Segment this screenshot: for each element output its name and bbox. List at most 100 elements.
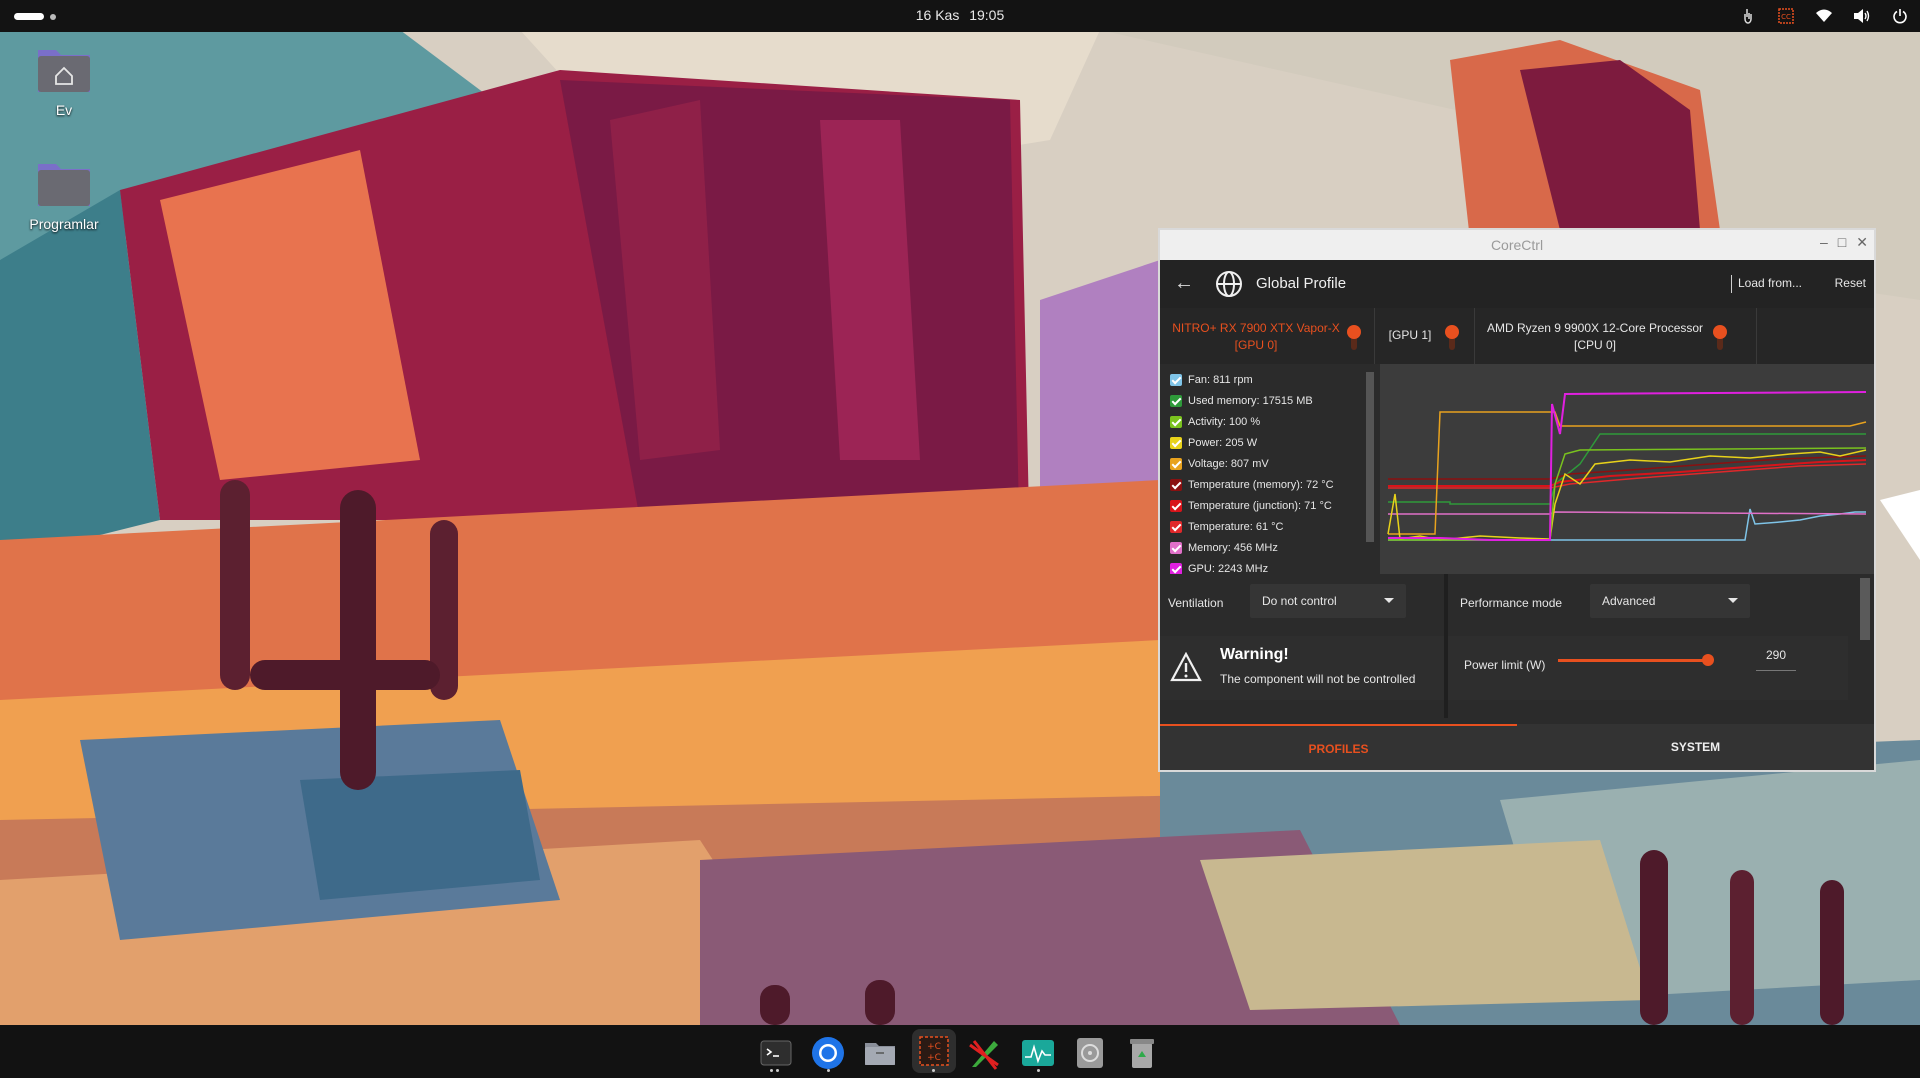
load-from-button[interactable]: Load from... [1738, 276, 1802, 290]
profile-title: Global Profile [1256, 275, 1347, 292]
checkbox[interactable] [1170, 500, 1182, 512]
power-limit-slider[interactable] [1558, 659, 1708, 662]
warning-box: Warning! The component will not be contr… [1160, 636, 1444, 700]
profile-toolbar: ← Global Profile Load from... Reset [1160, 260, 1874, 308]
sensor-item[interactable]: Used memory: 17515 MB [1170, 395, 1313, 407]
running-indicator [1037, 1069, 1040, 1072]
sensor-label: Fan: 811 rpm [1188, 374, 1253, 386]
sensor-graph [1380, 364, 1874, 574]
dock-item-terminal[interactable] [758, 1035, 794, 1071]
minimize-button[interactable]: – [1820, 234, 1828, 251]
checkbox[interactable] [1170, 437, 1182, 449]
sensor-item[interactable]: Temperature (memory): 72 °C [1170, 479, 1334, 491]
checkbox[interactable] [1170, 374, 1182, 386]
volume-icon[interactable] [1852, 6, 1872, 26]
ventilation-dropdown[interactable]: Do not control [1250, 584, 1406, 618]
toggle-pin-icon[interactable] [1444, 324, 1460, 352]
svg-text:+C: +C [927, 1042, 941, 1052]
terminal-icon [760, 1040, 792, 1066]
quill-icon [969, 1040, 999, 1070]
sensor-item[interactable]: Temperature: 61 °C [1170, 521, 1284, 533]
running-indicator [827, 1069, 830, 1072]
checkbox[interactable] [1170, 563, 1182, 574]
ventilation-label: Ventilation [1168, 596, 1224, 610]
toggle-pin-icon[interactable] [1712, 324, 1728, 352]
sensor-item[interactable]: Memory: 456 MHz [1170, 542, 1278, 554]
chromium-icon [812, 1037, 844, 1069]
power-limit-slider-handle[interactable] [1702, 654, 1714, 666]
tab-system[interactable]: SYSTEM [1517, 724, 1874, 770]
dock-item-disks[interactable] [1072, 1035, 1108, 1071]
tab-cpu-0[interactable]: AMD Ryzen 9 9900X 12-Core Processor [CPU… [1474, 308, 1756, 364]
sensor-item[interactable]: Power: 205 W [1170, 437, 1257, 449]
sensor-label: Temperature: 61 °C [1188, 521, 1284, 533]
svg-text:+C: +C [927, 1053, 941, 1063]
checkbox[interactable] [1170, 479, 1182, 491]
checkbox[interactable] [1170, 542, 1182, 554]
folder-icon [36, 158, 92, 208]
sensor-label: Used memory: 17515 MB [1188, 395, 1313, 407]
checkbox[interactable] [1170, 395, 1182, 407]
sensor-list-scrollbar[interactable] [1366, 372, 1374, 542]
desktop-icon-home[interactable]: Ev [14, 44, 114, 118]
controls-panel: Ventilation Do not control Warning! The … [1160, 574, 1874, 718]
sensor-item[interactable]: Fan: 811 rpm [1170, 374, 1253, 386]
wifi-icon[interactable] [1814, 6, 1834, 26]
toggle-pin-icon[interactable] [1346, 324, 1362, 352]
tab-gpu-0[interactable]: NITRO+ RX 7900 XTX Vapor-X [GPU 0] [1160, 308, 1374, 366]
warning-text: The component will not be controlled [1220, 672, 1416, 686]
toolbar-separator [1731, 275, 1732, 293]
tab-divider [1756, 308, 1757, 364]
clock-time: 19:05 [969, 7, 1005, 23]
close-button[interactable]: ✕ [1856, 234, 1868, 251]
sensor-item[interactable]: GPU: 2243 MHz [1170, 563, 1268, 574]
checkbox[interactable] [1170, 458, 1182, 470]
checkbox[interactable] [1170, 521, 1182, 533]
sensor-item[interactable]: Voltage: 807 mV [1170, 458, 1269, 470]
tab-label: AMD Ryzen 9 9900X 12-Core Processor [1486, 321, 1704, 335]
desktop-icon-programs[interactable]: Programlar [14, 158, 114, 232]
clock[interactable]: 16 Kas 19:05 [0, 7, 1920, 23]
back-arrow-icon[interactable]: ← [1174, 272, 1194, 295]
globe-icon [1214, 269, 1244, 302]
sensor-label: Temperature (memory): 72 °C [1188, 479, 1334, 491]
sensor-label: Memory: 456 MHz [1188, 542, 1278, 554]
performance-mode-label: Performance mode [1460, 596, 1563, 610]
sensor-item[interactable]: Activity: 100 % [1170, 416, 1260, 428]
power-limit-value[interactable]: 290 [1756, 648, 1796, 662]
sensor-label: Temperature (junction): 71 °C [1188, 500, 1332, 512]
window-titlebar[interactable]: CoreCtrl – □ ✕ [1160, 230, 1874, 260]
checkbox[interactable] [1170, 416, 1182, 428]
system-monitor-icon [1022, 1040, 1054, 1066]
trash-icon [1130, 1039, 1154, 1068]
disks-icon [1077, 1038, 1103, 1068]
tab-profiles[interactable]: PROFILES [1160, 724, 1517, 770]
corectrl-tray-icon[interactable]: CC [1776, 6, 1796, 26]
tab-gpu-1[interactable]: [GPU 1] [1374, 308, 1474, 364]
corectrl-icon: +C+C [919, 1036, 949, 1066]
dropdown-value: Do not control [1262, 594, 1337, 608]
dock-item-trash[interactable] [1124, 1035, 1160, 1071]
maximize-button[interactable]: □ [1838, 234, 1846, 251]
controls-scrollbar[interactable] [1860, 578, 1870, 640]
power-icon[interactable] [1890, 6, 1910, 26]
hand-pointer-icon[interactable] [1738, 6, 1758, 26]
corectrl-window: CoreCtrl – □ ✕ ← Global Profile Load fro… [1158, 228, 1876, 772]
power-limit-row: Power limit (W) [1448, 636, 1848, 700]
performance-mode-dropdown[interactable]: Advanced [1590, 584, 1750, 618]
dock-item-files[interactable] [862, 1035, 898, 1071]
dock-item-system-monitor[interactable] [1020, 1035, 1056, 1071]
running-indicator [770, 1069, 779, 1072]
dock-item-corectrl[interactable]: +C +C [912, 1029, 956, 1073]
warning-title: Warning! [1220, 646, 1289, 663]
bottom-tabs: PROFILES SYSTEM [1160, 724, 1874, 770]
dropdown-value: Advanced [1602, 594, 1656, 608]
warning-icon [1170, 652, 1202, 682]
reset-button[interactable]: Reset [1835, 276, 1866, 290]
tab-sublabel: [GPU 0] [1234, 338, 1278, 352]
dock-item-apostrophe[interactable] [966, 1035, 1002, 1071]
desktop-icon-label: Programlar [29, 216, 99, 232]
power-limit-label: Power limit (W) [1464, 658, 1546, 672]
sensor-item[interactable]: Temperature (junction): 71 °C [1170, 500, 1332, 512]
dock-item-chromium[interactable] [810, 1035, 846, 1071]
